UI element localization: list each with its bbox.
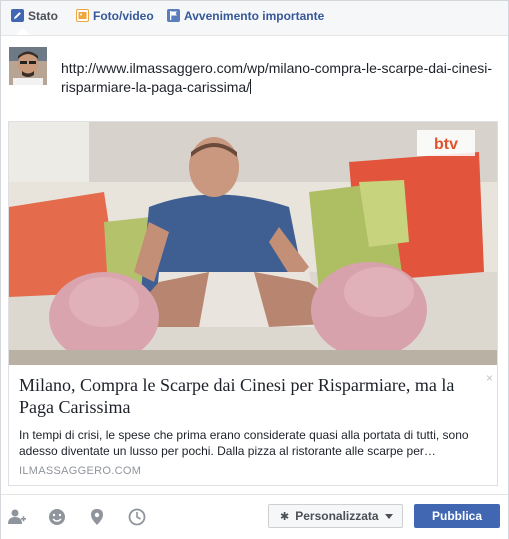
tab-avvenimento-label: Avvenimento importante — [184, 9, 325, 23]
tag-friends-icon[interactable] — [7, 507, 27, 527]
composer-footer: ✱ Personalizzata Pubblica — [1, 494, 508, 539]
chevron-down-icon — [385, 514, 393, 519]
privacy-selector-button[interactable]: ✱ Personalizzata — [268, 504, 403, 528]
location-icon[interactable] — [87, 507, 107, 527]
pencil-icon — [11, 9, 24, 22]
preview-title[interactable]: Milano, Compra le Scarpe dai Cinesi per … — [19, 374, 481, 418]
post-composer: Stato Foto/video Avvenimento importante — [0, 0, 509, 539]
preview-domain: ILMASSAGGERO.COM — [19, 465, 142, 477]
feeling-icon[interactable] — [47, 507, 67, 527]
clock-icon[interactable] — [127, 507, 147, 527]
watermark-logo: btv — [434, 136, 458, 153]
tab-foto-video[interactable]: Foto/video — [76, 9, 154, 23]
tab-foto-video-label: Foto/video — [93, 9, 154, 23]
photo-icon — [76, 9, 89, 22]
publish-button[interactable]: Pubblica — [414, 504, 500, 528]
tab-stato-label: Stato — [28, 9, 58, 23]
link-preview-card[interactable]: btv × Milano, Compra le Scarpe dai Cines… — [8, 121, 498, 486]
tab-stato[interactable]: Stato — [11, 9, 58, 23]
avatar[interactable] — [9, 47, 47, 85]
privacy-label: Personalizzata — [295, 509, 379, 523]
tab-avvenimento[interactable]: Avvenimento importante — [167, 9, 324, 23]
gear-icon: ✱ — [280, 511, 290, 523]
status-input-text: http://www.ilmassaggero.com/wp/milano-co… — [61, 60, 493, 95]
preview-image[interactable]: btv — [9, 122, 497, 365]
status-input[interactable]: http://www.ilmassaggero.com/wp/milano-co… — [61, 59, 501, 97]
text-caret — [250, 79, 252, 94]
close-preview-icon[interactable]: × — [486, 371, 493, 385]
flag-icon — [167, 9, 180, 22]
composer-tabs: Stato Foto/video Avvenimento importante — [1, 1, 508, 36]
preview-description[interactable]: In tempi di crisi, le spese che prima er… — [19, 427, 485, 459]
active-tab-pointer — [16, 28, 30, 35]
